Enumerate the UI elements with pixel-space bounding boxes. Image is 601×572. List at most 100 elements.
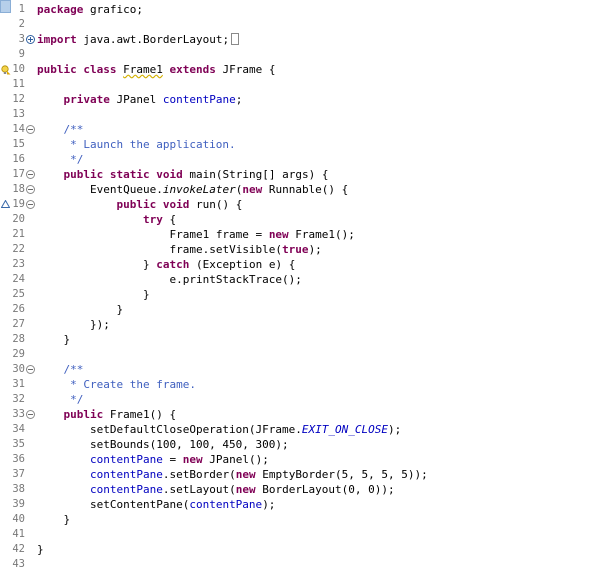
code-line[interactable]: 18 EventQueue.invokeLater(new Runnable()… (0, 182, 601, 197)
code-line[interactable]: 23 } catch (Exception e) { (0, 257, 601, 272)
code-token: class (83, 63, 117, 76)
code-line[interactable]: 21 Frame1 frame = new Frame1(); (0, 227, 601, 242)
collapse-fold-icon[interactable] (26, 185, 35, 194)
code-line[interactable]: 11 (0, 77, 601, 92)
line-gutter: 3 (0, 32, 35, 47)
override-triangle-icon[interactable] (1, 200, 10, 208)
code-line[interactable]: 40 } (0, 512, 601, 527)
code-token: Frame1 (123, 63, 163, 76)
code-line[interactable]: 38 contentPane.setLayout(new BorderLayou… (0, 482, 601, 497)
line-gutter: 11 (0, 77, 34, 92)
line-number: 26 (12, 303, 25, 315)
code-token: .setVisible( (202, 243, 283, 256)
line-gutter: 39 (0, 497, 34, 512)
line-gutter: 32 (0, 392, 34, 407)
code-token: ); (388, 423, 402, 436)
code-token: */ (37, 393, 84, 406)
code-line[interactable]: 1 package grafico; (0, 2, 601, 17)
line-number: 1 (18, 3, 25, 15)
code-line[interactable]: 10 public class Frame1 extends JFrame { (0, 62, 601, 77)
code-token: contentPane (89, 468, 163, 481)
code-token: contentPane (162, 93, 236, 106)
code-line[interactable]: 12 private JPanel contentPane; (0, 92, 601, 107)
code-line[interactable]: 2 (0, 17, 601, 32)
code-token: frame (169, 243, 203, 256)
code-line[interactable]: 41 (0, 527, 601, 542)
line-gutter: 21 (0, 227, 34, 242)
line-number: 17 (12, 168, 25, 180)
line-gutter: 35 (0, 437, 34, 452)
collapse-fold-icon[interactable] (26, 365, 35, 374)
code-line[interactable]: 25 } (0, 287, 601, 302)
line-number: 34 (12, 423, 25, 435)
code-line[interactable]: 29 (0, 347, 601, 362)
code-line[interactable]: 34 setDefaultCloseOperation(JFrame.EXIT_… (0, 422, 601, 437)
line-number: 41 (12, 528, 25, 540)
code-text: public void run() { (37, 197, 242, 212)
line-number: 42 (12, 543, 25, 555)
code-editor[interactable]: 1 package grafico; 2 3 import java.awt.Borde… (0, 0, 601, 571)
code-token: public (63, 168, 104, 181)
code-line[interactable]: 32 */ (0, 392, 601, 407)
code-line[interactable]: 35 setBounds(100, 100, 450, 300); (0, 437, 601, 452)
code-token: setBounds(100, 100, 450, 300); (37, 438, 289, 451)
code-token: JPanel(); (202, 453, 269, 466)
code-line[interactable]: 13 (0, 107, 601, 122)
code-token: contentPane (89, 453, 163, 466)
code-text: package grafico; (37, 2, 143, 17)
code-line[interactable]: 16 */ (0, 152, 601, 167)
code-line[interactable]: 3 import java.awt.BorderLayout; (0, 32, 601, 47)
code-line[interactable]: 17 public static void main(String[] args… (0, 167, 601, 182)
code-token: * Launch the application. (37, 138, 236, 151)
code-line[interactable]: 42} (0, 542, 601, 557)
line-gutter: 14 (0, 122, 35, 137)
collapse-fold-icon[interactable] (26, 125, 35, 134)
code-token: try (142, 213, 163, 226)
collapse-fold-icon[interactable] (26, 410, 35, 419)
code-line[interactable]: 20 try { (0, 212, 601, 227)
line-gutter: 16 (0, 152, 34, 167)
code-line[interactable]: 14 /** (0, 122, 601, 137)
code-line[interactable]: 33 public Frame1() { (0, 407, 601, 422)
code-line[interactable]: 28 } (0, 332, 601, 347)
code-line[interactable]: 36 contentPane = new JPanel(); (0, 452, 601, 467)
collapsed-block-icon[interactable] (231, 33, 240, 45)
line-number: 21 (12, 228, 25, 240)
expand-fold-icon[interactable] (26, 35, 35, 44)
code-line[interactable]: 15 * Launch the application. (0, 137, 601, 152)
code-line[interactable]: 43 (0, 557, 601, 572)
code-line[interactable]: 24 e.printStackTrace(); (0, 272, 601, 287)
code-line[interactable]: 19 public void run() { (0, 197, 601, 212)
line-gutter: 41 (0, 527, 34, 542)
code-token: = (162, 453, 183, 466)
code-token: = (248, 228, 269, 241)
line-number: 29 (12, 348, 25, 360)
code-text: public Frame1() { (37, 407, 177, 422)
code-line[interactable]: 27 }); (0, 317, 601, 332)
collapse-fold-icon[interactable] (26, 200, 35, 209)
line-number: 10 (12, 63, 25, 75)
code-line[interactable]: 9 (0, 47, 601, 62)
code-line[interactable]: 26 } (0, 302, 601, 317)
code-token: run() { (189, 198, 243, 211)
line-gutter: 9 (0, 47, 34, 62)
code-line[interactable]: 39 setContentPane(contentPane); (0, 497, 601, 512)
code-line[interactable]: 37 contentPane.setBorder(new EmptyBorder… (0, 467, 601, 482)
code-line[interactable]: 30 /** (0, 362, 601, 377)
line-gutter: 12 (0, 92, 34, 107)
code-token: .setBorder( (162, 468, 236, 481)
code-text: * Create the frame. (37, 377, 196, 392)
code-text: setContentPane(contentPane); (37, 497, 275, 512)
line-number: 14 (12, 123, 25, 135)
code-line[interactable]: 31 * Create the frame. (0, 377, 601, 392)
line-gutter: 24 (0, 272, 34, 287)
collapse-fold-icon[interactable] (26, 170, 35, 179)
code-text: } (37, 542, 44, 557)
code-text: setBounds(100, 100, 450, 300); (37, 437, 289, 452)
code-line[interactable]: 22 frame.setVisible(true); (0, 242, 601, 257)
warning-lightbulb-icon[interactable] (1, 65, 11, 75)
